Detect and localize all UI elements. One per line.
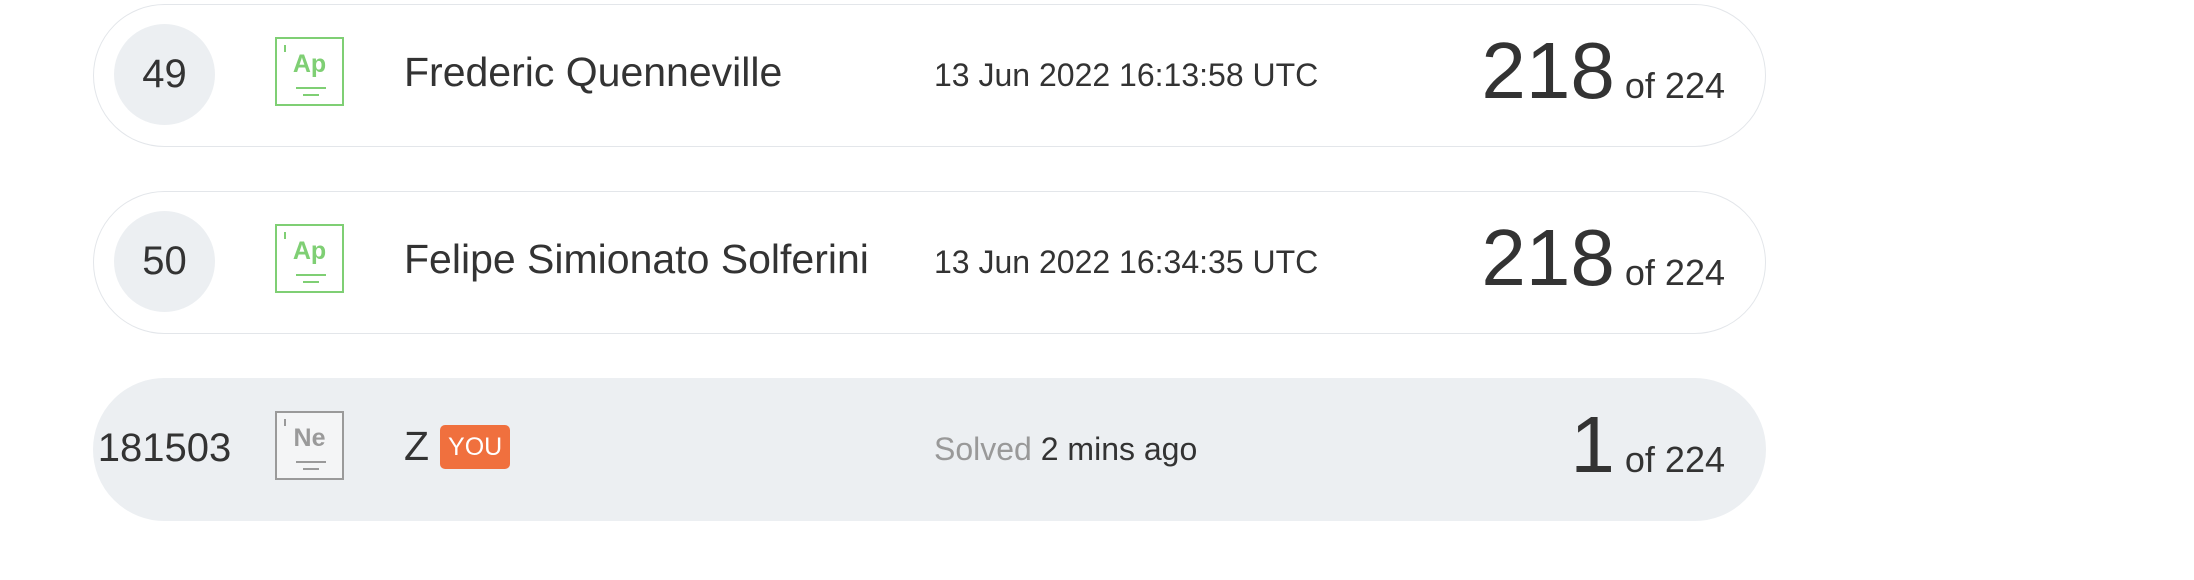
user-name[interactable]: Frederic Quenneville: [404, 49, 782, 96]
level-badge-icon: Ne: [275, 411, 344, 480]
level-badge-line: [296, 461, 326, 463]
level-symbol: Ap: [292, 50, 327, 78]
user-name-link[interactable]: Z YOU: [404, 423, 511, 470]
score-total: of 224: [1624, 252, 1725, 293]
solved-status: Solved 2 mins ago: [934, 431, 1197, 468]
level-badge-line: [303, 94, 319, 96]
level-badge-line: [296, 274, 326, 276]
rank-number: 49: [114, 24, 215, 125]
solve-date: 13 Jun 2022 16:34:35 UTC: [934, 244, 1319, 280]
score: 218 of 224: [1481, 31, 1725, 111]
you-badge: YOU: [440, 424, 511, 469]
user-name-link[interactable]: Frederic Quenneville: [404, 49, 782, 96]
level-badge-icon: Ap: [275, 37, 344, 106]
score-total: of 224: [1624, 65, 1725, 106]
user-name[interactable]: Z: [404, 423, 429, 470]
level-badge-line: [296, 87, 326, 89]
solved-label: Solved: [934, 431, 1032, 467]
current-user-row[interactable]: 181503 Ne Z YOU Solved 2 mins ago 1 of 2…: [93, 378, 1766, 521]
rank-number: 181503: [97, 426, 232, 470]
level-badge-line: [303, 468, 319, 470]
leaderboard-row[interactable]: 49 Ap Frederic Quenneville 13 Jun 2022 1…: [93, 4, 1766, 147]
solved-time-ago: 2 mins ago: [1040, 431, 1198, 467]
score-value: 1: [1570, 400, 1615, 489]
score-value: 218: [1481, 213, 1615, 302]
score-value: 218: [1481, 26, 1615, 115]
user-name-link[interactable]: Felipe Simionato Solferini: [404, 236, 869, 283]
level-symbol: Ne: [293, 424, 326, 452]
level-badge-line: [303, 281, 319, 283]
score: 218 of 224: [1481, 218, 1725, 298]
rank-number: 50: [114, 211, 215, 312]
level-symbol: Ap: [292, 237, 327, 265]
solve-date: 13 Jun 2022 16:13:58 UTC: [934, 57, 1319, 93]
user-name[interactable]: Felipe Simionato Solferini: [404, 236, 869, 283]
leaderboard: 49 Ap Frederic Quenneville 13 Jun 2022 1…: [0, 0, 2194, 580]
score: 1 of 224: [1570, 405, 1725, 485]
leaderboard-row[interactable]: 50 Ap Felipe Simionato Solferini 13 Jun …: [93, 191, 1766, 334]
level-badge-icon: Ap: [275, 224, 344, 293]
score-total: of 224: [1624, 439, 1725, 480]
